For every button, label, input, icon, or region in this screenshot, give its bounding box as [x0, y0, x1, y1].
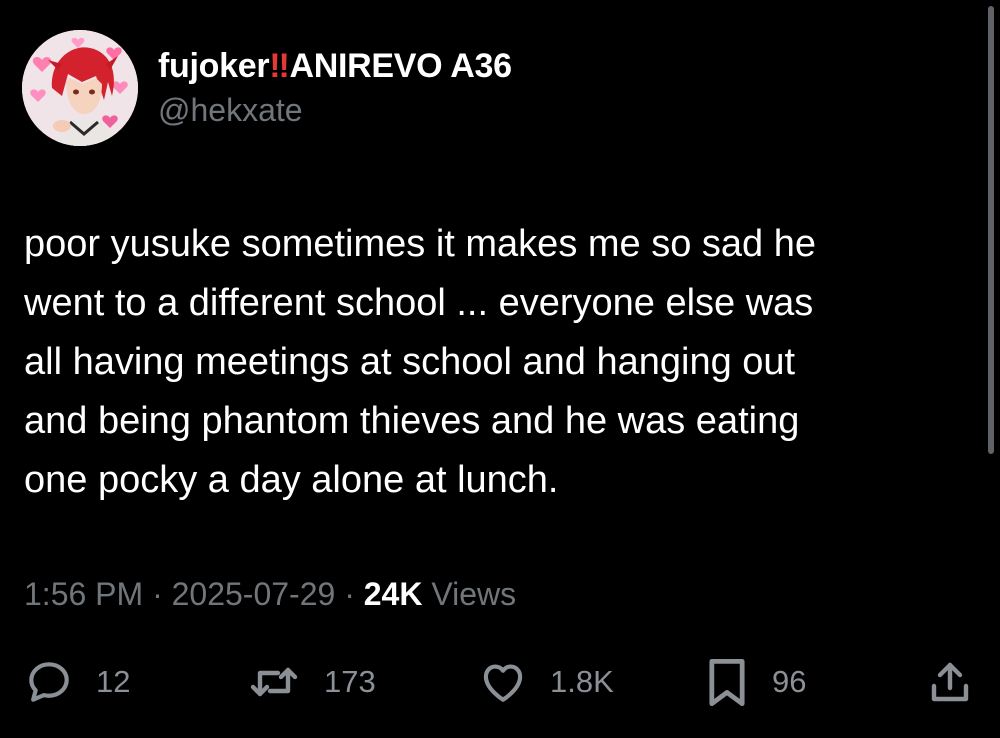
share-button[interactable]	[926, 652, 974, 712]
display-name-text: fujoker	[158, 47, 270, 85]
bookmark-count: 96	[772, 664, 807, 699]
meta-separator: ·	[335, 576, 364, 612]
avatar[interactable]	[22, 30, 138, 146]
like-count: 1.8K	[550, 664, 614, 699]
display-name[interactable]: fujoker‼ANIREVO A36	[158, 44, 512, 88]
reply-icon	[24, 657, 74, 707]
user-handle[interactable]: @hekxate	[158, 90, 512, 130]
repost-icon	[246, 657, 302, 707]
repost-count: 173	[324, 664, 376, 699]
views-count: 24K	[363, 576, 423, 612]
reply-button[interactable]: 12	[24, 652, 130, 712]
meta-separator: ·	[143, 576, 172, 612]
repost-button[interactable]: 173	[246, 652, 376, 712]
tweet-meta: 1:56 PM · 2025-07-29 · 24K Views	[24, 574, 516, 614]
tweet-date[interactable]: 2025-07-29	[172, 576, 336, 612]
like-button[interactable]: 1.8K	[478, 652, 614, 712]
action-bar: 12 173 1.8K 96	[0, 652, 1000, 712]
bookmark-button[interactable]: 96	[704, 652, 806, 712]
reply-count: 12	[96, 664, 131, 699]
bookmark-icon	[704, 656, 750, 708]
views-label: Views	[431, 576, 517, 612]
tweet-time[interactable]: 1:56 PM	[24, 576, 143, 612]
tweet-text: poor yusuke sometimes it makes me so sad…	[24, 223, 817, 501]
double-exclamation-emoji: ‼	[269, 47, 290, 85]
author-names: fujoker‼ANIREVO A36 @hekxate	[158, 44, 512, 130]
share-icon	[926, 657, 974, 707]
scrollbar[interactable]	[988, 6, 994, 454]
display-name-suffix: ANIREVO A36	[289, 47, 512, 85]
heart-icon	[478, 657, 528, 707]
